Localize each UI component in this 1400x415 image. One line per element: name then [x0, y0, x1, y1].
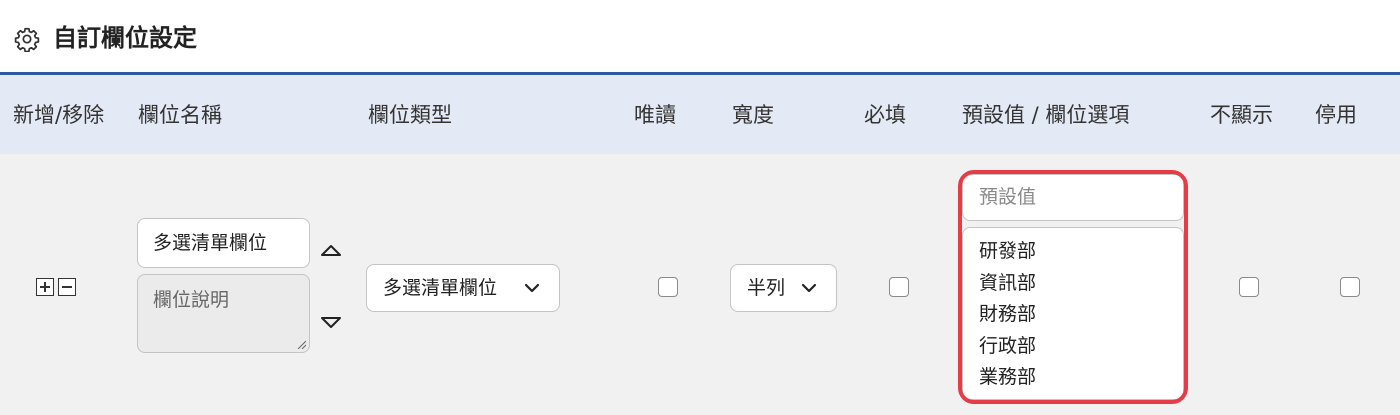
add-remove-controls [36, 278, 80, 297]
field-description-placeholder: 欄位說明 [153, 289, 230, 311]
column-header-readonly: 唯讀 [634, 103, 676, 127]
column-header-default-options: 預設值 / 欄位選項 [962, 103, 1130, 127]
column-header-required: 必填 [864, 103, 906, 127]
column-header-width: 寬度 [732, 103, 774, 127]
highlight-outline [958, 170, 1188, 404]
page-title: 自訂欄位設定 [53, 24, 197, 52]
add-row-button[interactable] [36, 278, 54, 296]
disabled-checkbox[interactable] [1340, 277, 1360, 297]
table-row: 多選清單欄位 欄位說明 多選清單欄位 半列 預設值 研發部 資訊部 財務部 行政… [0, 154, 1400, 415]
chevron-down-icon [801, 283, 817, 293]
readonly-checkbox[interactable] [658, 277, 678, 297]
column-header-disabled: 停用 [1315, 103, 1357, 127]
required-checkbox[interactable] [889, 277, 909, 297]
table-header: 新增/移除 欄位名稱 欄位類型 唯讀 寬度 必填 預設值 / 欄位選項 不顯示 … [0, 72, 1400, 154]
page-header: 自訂欄位設定 [0, 0, 1400, 72]
column-header-field-type: 欄位類型 [368, 103, 452, 127]
gear-icon [14, 27, 40, 52]
field-type-select[interactable]: 多選清單欄位 [366, 264, 560, 312]
resize-grip-icon[interactable] [296, 339, 306, 349]
column-header-field-name: 欄位名稱 [138, 103, 222, 127]
width-value: 半列 [747, 277, 786, 299]
column-header-add-remove: 新增/移除 [13, 103, 105, 127]
column-header-hidden: 不顯示 [1210, 103, 1273, 127]
move-down-icon[interactable] [320, 316, 342, 330]
width-select[interactable]: 半列 [730, 264, 837, 312]
field-name-input[interactable]: 多選清單欄位 [137, 218, 310, 268]
move-up-icon[interactable] [320, 243, 342, 257]
remove-row-button[interactable] [58, 278, 76, 296]
field-description-textarea[interactable]: 欄位說明 [137, 274, 310, 353]
chevron-down-icon [524, 283, 540, 293]
hidden-checkbox[interactable] [1239, 277, 1259, 297]
field-type-value: 多選清單欄位 [383, 277, 498, 299]
